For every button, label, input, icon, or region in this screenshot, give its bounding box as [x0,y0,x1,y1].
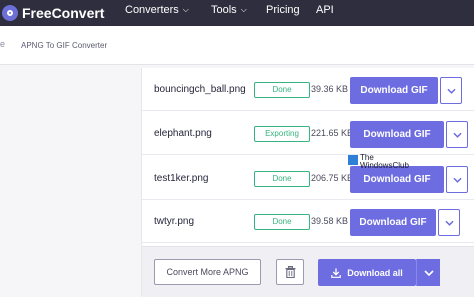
download-gif-button[interactable]: Download GIF [350,166,444,193]
nav-converters[interactable]: Converters ⌵ [125,4,189,16]
download-options-button[interactable] [446,166,468,193]
file-size: 39.58 KB [311,216,349,226]
delete-all-button[interactable] [276,259,304,285]
status-badge: Done [254,171,310,187]
top-nav-bar: FreeConvert Converters ⌵ Tools ⌵ Pricing… [0,0,474,26]
download-gif-label: Download GIF [363,129,431,140]
chevron-down-icon [452,177,462,183]
chevron-down-icon [446,88,456,94]
download-gif-label: Download GIF [363,174,431,185]
download-options-button[interactable] [446,121,468,148]
chevron-down-icon [452,132,462,138]
status-badge: Done [254,82,310,98]
download-options-button[interactable] [438,209,460,236]
download-all-label: Download all [347,267,403,278]
file-row: test1ker.png Done 206.75 KB Download GIF [142,159,474,200]
download-options-button[interactable] [440,77,462,104]
freeconvert-logo-icon [2,5,18,21]
file-name: bouncingch_ball.png [154,84,246,95]
nav-tools-label: Tools [211,4,237,16]
breadcrumb-current-page: APNG To GIF Converter [21,41,108,50]
trash-icon [285,266,295,278]
brand-name: FreeConvert [22,5,105,21]
nav-pricing-label: Pricing [266,4,300,16]
file-row: bouncingch_ball.png Done 39.36 KB Downlo… [142,70,474,111]
download-all-options-button[interactable] [416,259,440,286]
download-gif-button[interactable]: Download GIF [350,209,436,236]
brand-logo[interactable]: FreeConvert [2,3,104,23]
chevron-down-icon [444,220,454,226]
download-all-button[interactable]: Download all [318,259,416,286]
file-size: 206.75 KB [311,173,354,183]
status-badge: Done [254,214,310,230]
download-icon [331,268,342,278]
file-name: elephant.png [154,128,212,139]
nav-api[interactable]: API [316,4,334,16]
nav-tools[interactable]: Tools ⌵ [211,4,247,16]
nav-api-label: API [316,4,334,16]
nav-converters-label: Converters [125,4,179,16]
download-gif-button[interactable]: Download GIF [350,121,444,148]
download-gif-label: Download GIF [360,85,428,96]
chevron-down-icon: ⌵ [182,5,189,14]
actions-footer: Convert More APNG Download all [142,246,474,297]
convert-more-label: Convert More APNG [166,267,249,277]
status-badge: Exporting [254,126,310,142]
download-gif-button[interactable]: Download GIF [350,77,438,104]
file-name: test1ker.png [154,173,209,184]
chevron-down-icon [423,269,434,276]
file-row: twtyr.png Done 39.58 KB Download GIF [142,202,474,243]
file-row: elephant.png Exporting 221.65 KB Downloa… [142,114,474,155]
file-size: 39.36 KB [311,84,349,94]
nav-pricing[interactable]: Pricing [266,4,300,16]
file-size: 221.65 KB [311,128,354,138]
download-gif-label: Download GIF [359,217,427,228]
file-name: twtyr.png [154,216,195,227]
chevron-down-icon: ⌵ [240,5,247,14]
breadcrumb-separator[interactable]: e [0,39,5,49]
convert-more-button[interactable]: Convert More APNG [154,259,261,285]
